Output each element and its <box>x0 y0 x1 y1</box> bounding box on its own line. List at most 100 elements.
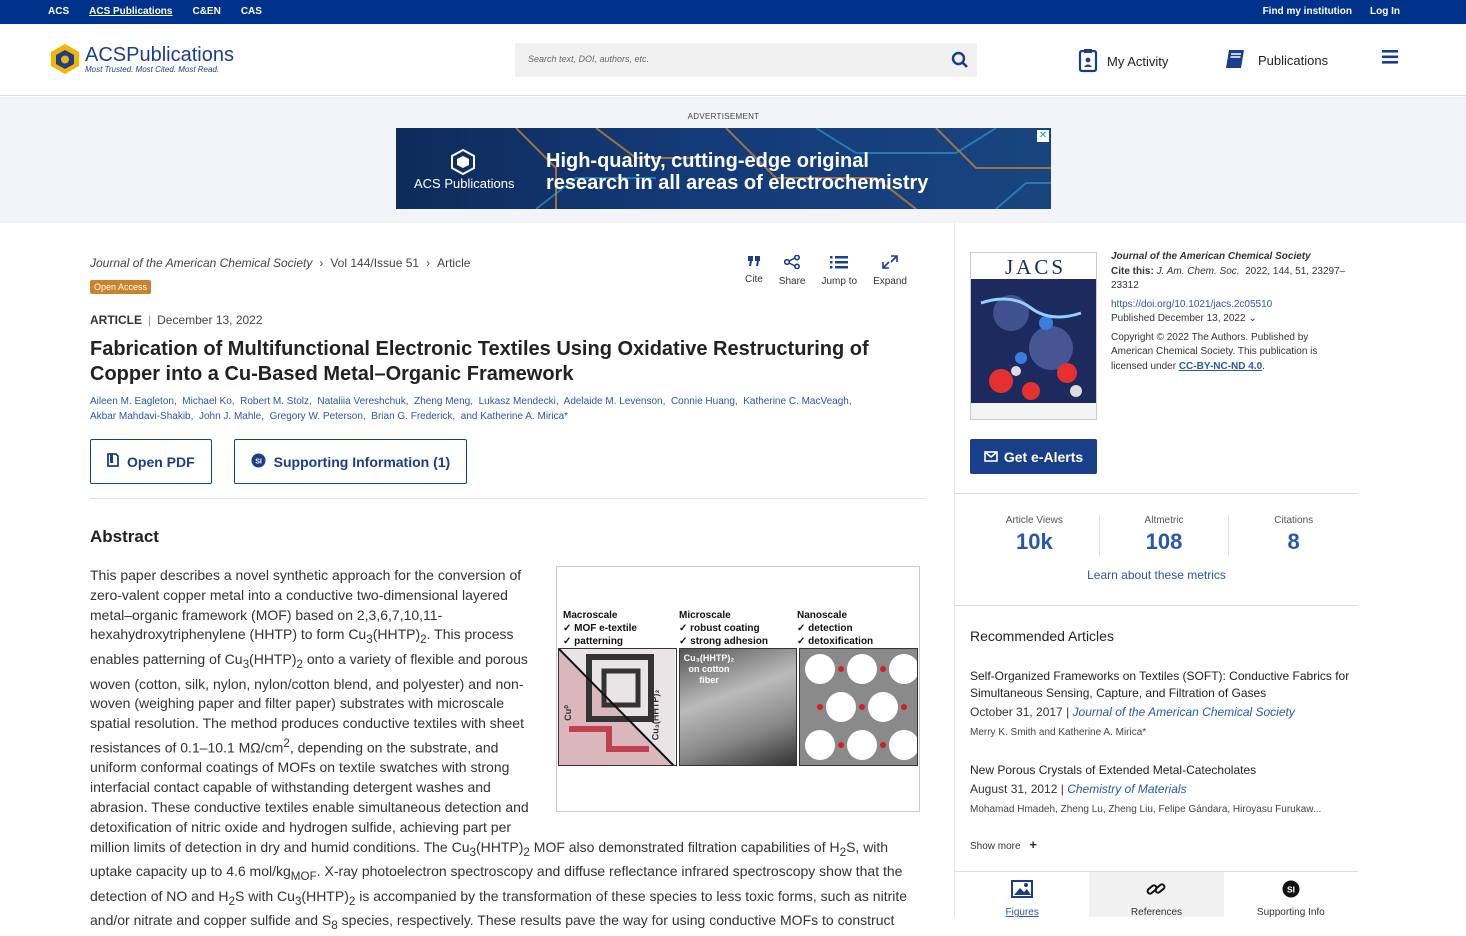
supporting-information-button[interactable]: SI Supporting Information (1) <box>233 439 468 484</box>
doi-link[interactable]: https://doi.org/10.1021/jacs.2c05510 <box>1111 298 1351 313</box>
toc-macroscale: Macroscale <box>563 610 618 621</box>
recommended-title-link[interactable]: New Porous Crystals of Extended Metal-Ca… <box>970 762 1355 779</box>
metric-value: 108 <box>1145 529 1183 554</box>
toc-panel-macro: Cu⁰ Cu₃(HHTP)₂ <box>558 648 677 766</box>
chevron-right-icon: › <box>426 256 431 270</box>
toc-columns: Macroscale ✓ MOF e-textile ✓ patterning Mi… <box>563 609 917 648</box>
toc-fiber-label-1: Cu₃(HHTP)₂ <box>683 653 735 663</box>
acs-hexagon-logo-icon <box>48 42 82 76</box>
list-icon <box>830 255 849 276</box>
author-link[interactable]: Brian G. Frederick, <box>371 411 455 422</box>
publications-button[interactable]: Publications <box>1223 47 1328 74</box>
show-more-button[interactable]: Show more + <box>970 837 1037 852</box>
si-icon: SI <box>1282 880 1300 907</box>
ad-close-icon[interactable]: ✕ <box>1037 130 1049 142</box>
quote-icon <box>747 255 761 274</box>
recommended-title-link[interactable]: Self-Organized Frameworks on Textiles (S… <box>970 668 1355 702</box>
divider <box>955 493 1358 494</box>
metric-altmetric[interactable]: Altmetric 108 <box>1100 515 1230 555</box>
open-pdf-button[interactable]: Open PDF <box>90 439 212 484</box>
my-activity-button[interactable]: My Activity <box>1077 47 1168 76</box>
author-link[interactable]: Aileen M. Eagleton, <box>90 396 177 407</box>
recommended-journal-link[interactable]: Chemistry of Materials <box>1067 782 1186 796</box>
search-icon[interactable] <box>951 51 969 74</box>
share-button[interactable]: Share <box>779 254 805 287</box>
cite-this: Cite this: J. Am. Chem. Soc. 2022, 144, … <box>1111 265 1351 294</box>
published-date[interactable]: Published December 13, 2022 ⌄ <box>1111 312 1351 327</box>
envelope-icon <box>984 449 1004 465</box>
article-date: December 13, 2022 <box>157 313 263 327</box>
topnav-cas[interactable]: CAS <box>241 6 262 17</box>
toc-mof-label: Cu₃(HHTP)₂ <box>650 689 661 741</box>
clipboard-icon <box>1077 47 1099 76</box>
ad-brand: ACS Publications <box>414 176 515 191</box>
expand-icon <box>882 255 898 276</box>
toc-micro-1: ✓ robust coating <box>679 623 760 634</box>
get-e-alerts-button[interactable]: Get e-Alerts <box>970 439 1097 474</box>
recommended-authors: Merry K. Smith and Katherine A. Mirica* <box>970 727 1147 738</box>
cover-title: JACS <box>1005 255 1067 279</box>
acs-logo[interactable]: ACSPublications Most Trusted. Most Cited… <box>48 42 234 76</box>
metric-views[interactable]: Article Views 10k <box>970 515 1100 555</box>
metric-citations[interactable]: Citations 8 <box>1229 515 1358 555</box>
toc-macro-1: ✓ MOF e-textile <box>563 623 637 634</box>
breadcrumb-volume[interactable]: Vol 144/Issue 51 <box>330 256 419 270</box>
toc-nano-2: ✓ detoxification <box>797 636 874 647</box>
tab-supporting-info[interactable]: SI Supporting Info <box>1224 872 1358 918</box>
hamburger-menu-icon[interactable] <box>1380 49 1400 70</box>
book-icon <box>1223 47 1247 74</box>
logo-tagline: Most Trusted. Most Cited. Most Read. <box>85 64 220 74</box>
article-metrics: Article Views 10k Altmetric 108 Citations 8 <box>970 515 1358 555</box>
topnav-acs-publications[interactable]: ACS Publications <box>89 6 172 17</box>
advertisement-label: ADVERTISEMENT <box>687 112 760 121</box>
tab-figures[interactable]: Figures <box>955 872 1089 918</box>
toc-col-nano: Nanoscale ✓ detection ✓ detoxification <box>797 609 915 648</box>
svg-text:SI: SI <box>1287 884 1295 894</box>
open-access-badge: Open Access <box>90 280 152 294</box>
breadcrumb-journal[interactable]: Journal of the American Chemical Society <box>90 256 312 270</box>
expand-label: Expand <box>873 276 907 287</box>
login-link[interactable]: Log In <box>1370 6 1400 17</box>
jump-to-button[interactable]: Jump to <box>821 255 857 287</box>
author-link[interactable]: Akbar Mahdavi-Shakib, <box>90 411 193 422</box>
tab-references[interactable]: References <box>1089 872 1224 918</box>
author-link[interactable]: Adelaide M. Levenson, <box>564 396 666 407</box>
topnav-cen[interactable]: C&EN <box>192 6 220 17</box>
recommended-date-text: October 31, 2017 | <box>970 705 1070 719</box>
supporting-information-label: Supporting Information (1) <box>273 453 451 470</box>
metric-label: Article Views <box>1005 515 1063 526</box>
open-pdf-label: Open PDF <box>127 453 195 470</box>
plus-icon: + <box>1029 837 1037 852</box>
site-header: ACSPublications Most Trusted. Most Cited… <box>0 24 1466 96</box>
breadcrumb: Journal of the American Chemical Society… <box>90 256 470 270</box>
logo-publications-text: Publications <box>126 43 234 66</box>
license-link[interactable]: CC-BY-NC-ND 4.0 <box>1179 361 1262 372</box>
published-label: Published December 13, 2022 <box>1111 313 1246 324</box>
topnav-acs[interactable]: ACS <box>48 6 69 17</box>
author-list: Aileen M. Eagleton, Michael Ko, Robert M… <box>90 394 920 424</box>
toc-graphic[interactable]: Macroscale ✓ MOF e-textile ✓ patterning Mi… <box>556 566 920 812</box>
author-link[interactable]: John J. Mahle, <box>199 411 264 422</box>
learn-metrics-link[interactable]: Learn about these metrics <box>955 568 1358 582</box>
journal-cover[interactable]: JACS <box>970 252 1097 420</box>
recommended-journal-link[interactable]: Journal of the American Chemical Society <box>1073 705 1295 719</box>
toc-nanoscale: Nanoscale <box>797 610 848 621</box>
author-link[interactable]: Nataliia Vereshchuk, <box>317 396 408 407</box>
link-icon <box>1146 880 1166 907</box>
author-link[interactable]: Robert M. Stolz, <box>240 396 312 407</box>
search-input[interactable]: Search text, DOI, authors, etc. <box>515 43 977 77</box>
toc-cu-label: Cu⁰ <box>562 705 573 721</box>
ad-banner[interactable]: ACS Publications High-quality, cutting-e… <box>396 128 1051 209</box>
author-link[interactable]: Connie Huang, <box>671 396 738 407</box>
author-link[interactable]: Lukasz Mendecki, <box>479 396 559 407</box>
author-link[interactable]: and Katherine A. Mirica* <box>461 411 568 422</box>
cite-button[interactable]: Cite <box>745 255 763 287</box>
expand-button[interactable]: Expand <box>873 255 907 287</box>
toc-col-micro: Microscale ✓ robust coating ✓ strong adhes… <box>679 609 797 648</box>
author-link[interactable]: Zheng Meng, <box>414 396 473 407</box>
author-link[interactable]: Katherine C. MacVeagh, <box>743 396 851 407</box>
find-institution-link[interactable]: Find my institution <box>1263 6 1352 17</box>
show-more-label: Show more <box>970 841 1021 852</box>
author-link[interactable]: Gregory W. Peterson, <box>270 411 366 422</box>
author-link[interactable]: Michael Ko, <box>182 396 234 407</box>
